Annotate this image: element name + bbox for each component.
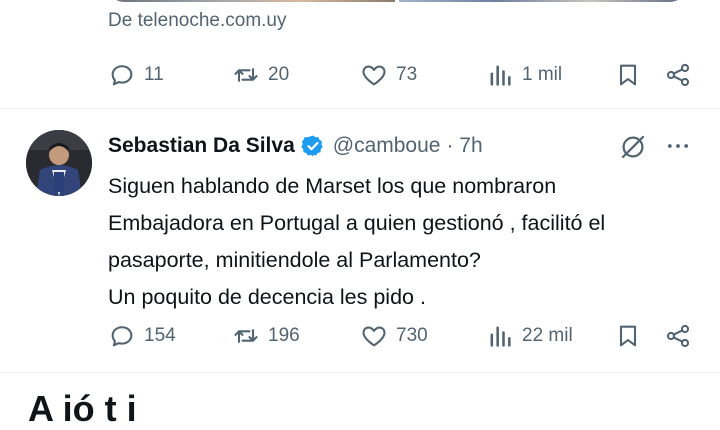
views-count: 1 mil xyxy=(522,64,563,85)
author-name[interactable]: Sebastian Da Silva xyxy=(108,134,295,158)
views-button[interactable]: 1 mil xyxy=(486,61,562,89)
views-count: 22 mil xyxy=(522,325,573,346)
tweet-text-line: Un poquito de decencia les pido . xyxy=(108,285,426,309)
retweet-icon xyxy=(234,68,258,82)
reply-icon xyxy=(111,326,133,347)
next-section-heading: A ió t i xyxy=(28,388,137,429)
more-button[interactable] xyxy=(664,132,692,160)
avatar-photo xyxy=(26,130,92,196)
tweet-text-line: Siguen hablando de Marset los que nombra… xyxy=(108,174,557,198)
media-image-2[interactable] xyxy=(399,0,686,2)
share-button[interactable] xyxy=(664,322,692,350)
bookmark-button[interactable] xyxy=(614,322,642,350)
reply-button[interactable]: 154 xyxy=(108,322,176,350)
like-count: 730 xyxy=(396,325,428,346)
views-icon xyxy=(490,326,511,347)
reply-count: 11 xyxy=(144,64,164,85)
avatar[interactable] xyxy=(26,130,92,196)
reply-icon xyxy=(111,65,133,86)
grok-icon xyxy=(621,135,645,159)
source-link[interactable]: De telenoche.com.uy xyxy=(108,10,287,32)
tweet-text[interactable]: Siguen hablando de Marset los que nombra… xyxy=(108,168,708,316)
share-button[interactable] xyxy=(664,61,692,89)
retweet-button[interactable]: 196 xyxy=(232,322,300,350)
heart-icon xyxy=(362,326,386,347)
bookmark-button[interactable] xyxy=(614,61,642,89)
media-image-1[interactable] xyxy=(108,0,395,2)
more-icon xyxy=(667,144,689,148)
grok-button[interactable] xyxy=(618,132,648,162)
tweet-text-line: pasaporte, minitiendole al Parlamento? xyxy=(108,248,481,272)
previous-tweet-actions: 11 20 73 1 mil xyxy=(108,60,698,90)
like-button[interactable]: 730 xyxy=(360,322,428,350)
previous-tweet-media[interactable] xyxy=(108,0,686,2)
bookmark-icon xyxy=(619,325,637,347)
tweet-header: Sebastian Da Silva @camboue · 7h xyxy=(108,130,483,162)
views-button[interactable]: 22 mil xyxy=(486,322,573,350)
author-handle[interactable]: @camboue xyxy=(333,134,441,158)
reply-count: 154 xyxy=(144,325,176,346)
tweet-divider xyxy=(0,108,720,109)
retweet-icon xyxy=(234,329,258,343)
retweet-count: 20 xyxy=(268,64,290,85)
retweet-button[interactable]: 20 xyxy=(232,61,289,89)
bookmark-icon xyxy=(619,64,637,86)
share-icon xyxy=(666,324,690,348)
tweet-time[interactable]: · 7h xyxy=(446,134,482,158)
reply-button[interactable]: 11 xyxy=(108,61,164,89)
retweet-count: 196 xyxy=(268,325,300,346)
tweet-divider xyxy=(0,372,720,373)
like-count: 73 xyxy=(396,64,418,85)
like-button[interactable]: 73 xyxy=(360,61,417,89)
share-icon xyxy=(666,63,690,87)
heart-icon xyxy=(362,65,386,86)
views-icon xyxy=(490,65,511,86)
tweet-text-line: Embajadora en Portugal a quien gestionó … xyxy=(108,211,606,235)
verified-badge-icon[interactable] xyxy=(301,134,325,158)
tweet-actions: 154 196 730 22 mil xyxy=(108,321,698,351)
